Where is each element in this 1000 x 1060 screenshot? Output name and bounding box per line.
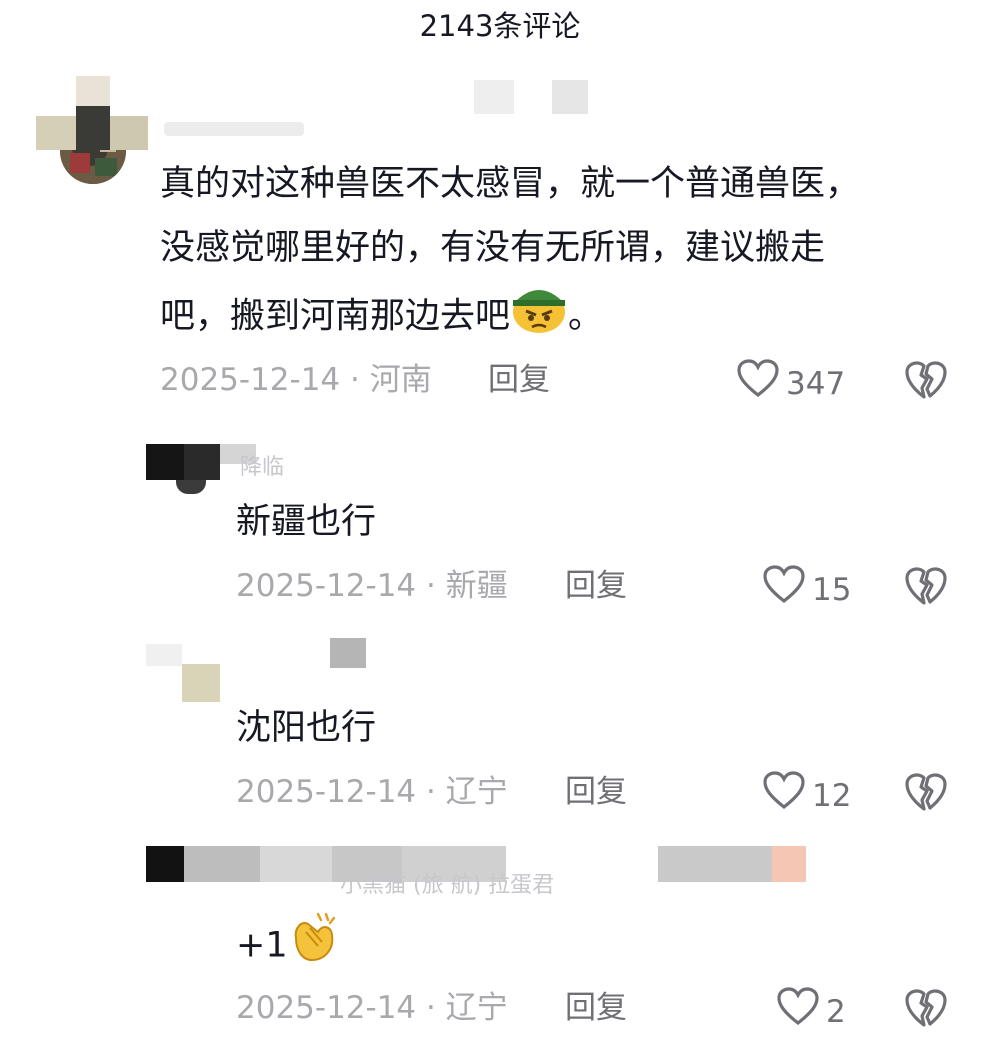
meta-separator: · [340,362,370,398]
reply-meta: 2025-12-14 · 新疆 [236,564,508,608]
comment-line-3-tail: 。 [568,296,604,337]
broken-heart-icon [904,567,948,610]
reply-location: 新疆 [445,568,508,604]
meta-separator: · [416,990,446,1026]
clapping-hands-emoji-icon [288,908,342,985]
comment-line-1: 真的对这种兽医不太感冒，就一个普通兽医， [160,164,861,204]
reply-button[interactable]: 回复 [565,770,627,814]
reply-meta: 2025-12-14 · 辽宁 [236,770,508,814]
heart-icon [736,358,780,410]
meta-separator: · [416,568,446,604]
reply-text: +1 [236,908,342,985]
dislike-button[interactable] [904,360,948,404]
heart-icon [762,770,806,822]
reply-date: 2025-12-14 [236,774,417,810]
angry-soldier-emoji-icon [510,280,568,355]
author-name-mosaic [164,80,604,138]
reply-text: 新疆也行 [236,502,377,542]
heart-icon [776,986,820,1038]
reply-button[interactable]: 回复 [565,986,627,1030]
reply-author-name[interactable]: 小黑猫 (旅 航) 拉蛋君 [340,872,554,900]
reply-item: 小黑猫 (旅 航) 拉蛋君 +1 2025-12-14 · 辽宁 回复 2 [0,836,1000,1056]
like-button[interactable]: 2 [776,986,846,1038]
meta-separator: · [416,774,446,810]
reply-author-name[interactable]: 降临 [240,454,284,482]
reply-text-content: +1 [236,925,288,966]
reply-item: 降临 新疆也行 2025-12-14 · 新疆 回复 15 [0,430,1000,630]
comment-line-2: 没感觉哪里好的，有没有无所谓，建议搬走 [160,228,826,268]
dislike-button[interactable] [904,988,948,1032]
comment-text: 真的对这种兽医不太感冒，就一个普通兽医， 没感觉哪里好的，有没有无所谓，建议搬走… [160,152,960,355]
reply-date: 2025-12-14 [236,990,417,1026]
like-button[interactable]: 15 [762,564,851,616]
like-count: 2 [826,994,846,1030]
heart-icon [762,564,806,616]
privacy-mosaic [36,76,148,150]
reply-location: 辽宁 [445,990,508,1026]
reply-item: 沈阳也行 2025-12-14 · 辽宁 回复 12 [0,630,1000,830]
comment-location: 河南 [369,362,432,398]
comment-count-title: 2143条评论 [419,9,581,43]
like-button[interactable]: 347 [736,358,845,410]
comment-item: 真的对这种兽医不太感冒，就一个普通兽医， 没感觉哪里好的，有没有无所谓，建议搬走… [0,60,1000,410]
reply-meta: 2025-12-14 · 辽宁 [236,986,508,1030]
broken-heart-icon [904,361,948,404]
reply-date: 2025-12-14 [236,568,417,604]
reply-location: 辽宁 [445,774,508,810]
avatar[interactable] [146,634,370,702]
dislike-button[interactable] [904,772,948,816]
dislike-button[interactable] [904,566,948,610]
comment-meta: 2025-12-14 · 河南 [160,358,432,402]
like-count: 15 [812,572,852,608]
like-count: 12 [812,778,852,814]
reply-button[interactable]: 回复 [565,564,627,608]
like-button[interactable]: 12 [762,770,851,822]
comment-line-3-text: 吧，搬到河南那边去吧 [160,296,511,337]
comment-date: 2025-12-14 [160,362,341,398]
broken-heart-icon [904,989,948,1032]
reply-button[interactable]: 回复 [488,358,550,402]
like-count: 347 [786,366,846,402]
reply-text: 沈阳也行 [236,708,377,748]
comment-line-3: 吧，搬到河南那边去吧 。 [160,280,960,355]
broken-heart-icon [904,773,948,816]
